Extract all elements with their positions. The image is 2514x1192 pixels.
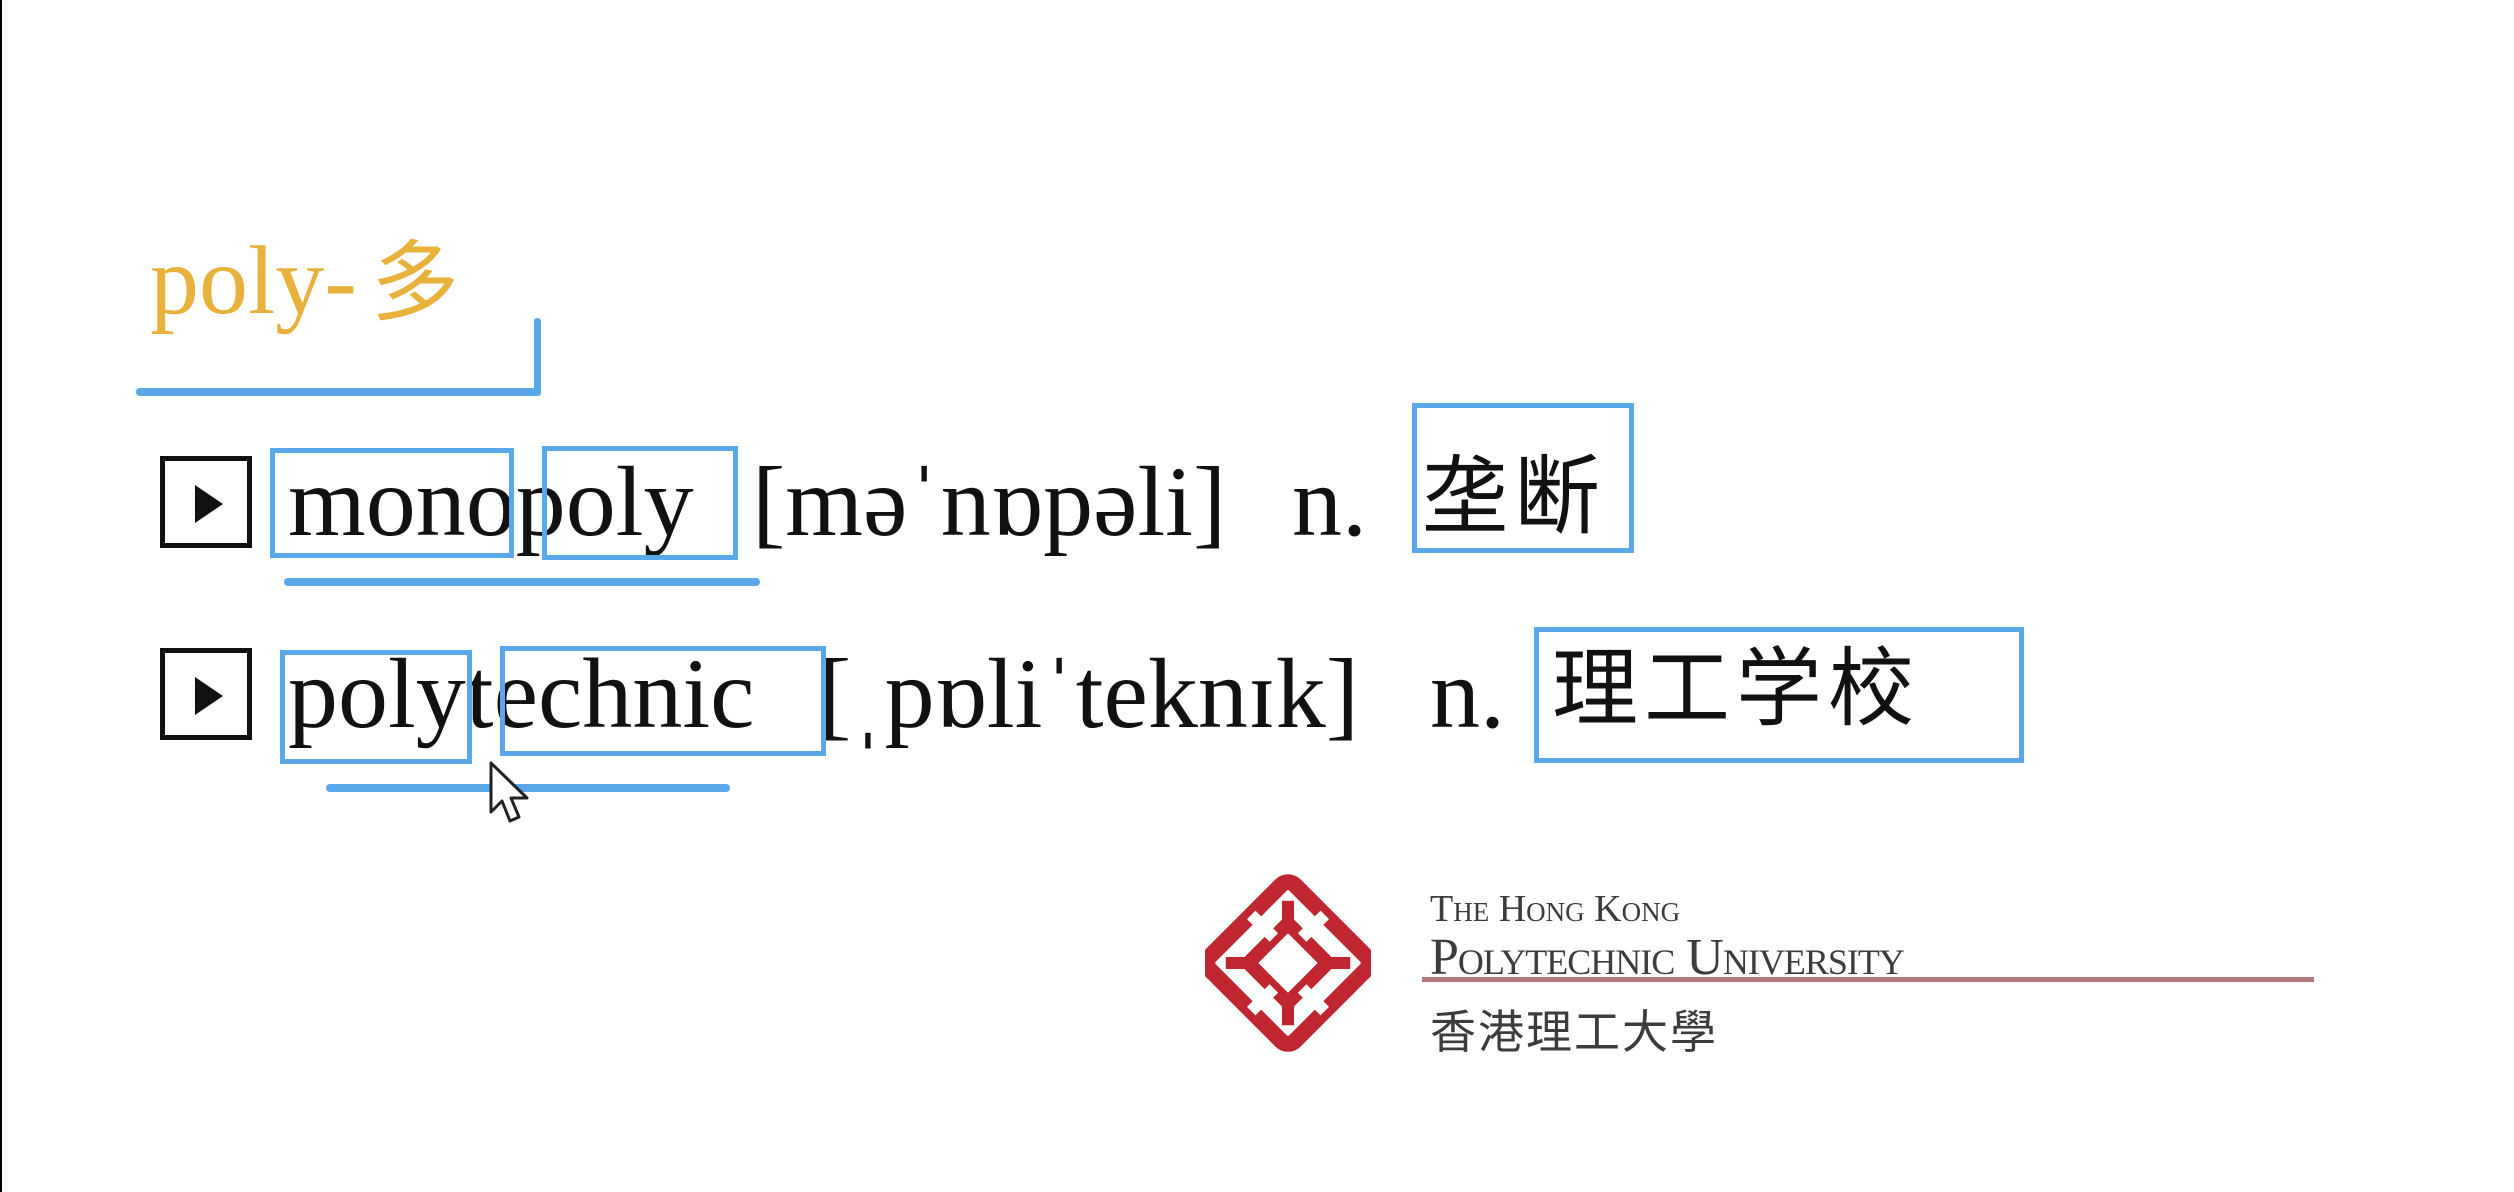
university-name-line1: The Hong Kong — [1430, 888, 1681, 930]
heading-underline-annotation — [136, 388, 540, 396]
part-of-speech: n. — [1292, 446, 1367, 557]
annotation-box-definition-2 — [1534, 627, 2024, 763]
university-logo-icon — [1205, 874, 1371, 1052]
prefix-meaning: 多 — [370, 231, 459, 334]
slide: poly- 多 monopoly [məˈnɒpəli] n. 垄断 polyte… — [2, 0, 2514, 1192]
play-button-monopoly[interactable] — [160, 456, 252, 548]
logo-divider — [1422, 977, 2314, 982]
prefix-text: poly- — [150, 227, 357, 335]
heading-tick-annotation — [534, 318, 541, 396]
play-icon — [195, 485, 223, 523]
annotation-box-poly — [542, 446, 738, 560]
phonetic-text: [ˌpɒliˈteknɪk] — [818, 638, 1360, 749]
part-of-speech: n. — [1430, 638, 1505, 749]
annotation-box-definition — [1412, 403, 1634, 553]
annotation-box-poly-2 — [280, 650, 472, 764]
play-button-polytechnic[interactable] — [160, 648, 252, 740]
phonetic-text: [məˈnɒpəli] — [752, 446, 1227, 557]
annotation-box-technic — [500, 646, 826, 756]
university-name: The Hong Kong Polytechnic University — [1430, 888, 1905, 984]
prefix-heading: poly- 多 — [150, 232, 459, 330]
university-name-chinese: 香港理工大學 — [1430, 1005, 1718, 1059]
monopoly-underline-annotation — [284, 578, 760, 586]
play-icon — [195, 677, 223, 715]
annotation-box-mono — [270, 448, 514, 558]
mouse-cursor-icon — [489, 761, 529, 823]
